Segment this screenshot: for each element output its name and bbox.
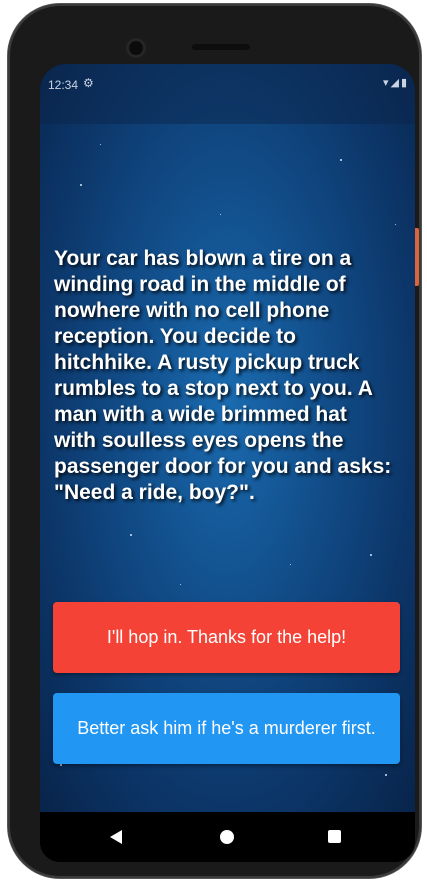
navigation-bar bbox=[40, 812, 415, 862]
status-time: 12:34 bbox=[48, 78, 79, 92]
battery-icon: ▮ bbox=[400, 77, 409, 89]
gear-icon: ⚙ bbox=[83, 76, 94, 90]
choice-ask-murderer-button[interactable]: Better ask him if he's a murderer first. bbox=[53, 693, 400, 764]
phone-frame: 12:34 ⚙ ▾◢▮ Your car has blown a tire on… bbox=[8, 4, 421, 878]
status-bar: 12:34 ⚙ ▾◢▮ bbox=[40, 64, 415, 124]
earpiece-speaker bbox=[192, 44, 250, 50]
front-camera bbox=[126, 38, 146, 58]
screen: 12:34 ⚙ ▾◢▮ Your car has blown a tire on… bbox=[40, 64, 415, 862]
back-triangle-icon[interactable] bbox=[110, 830, 122, 844]
choice-label: Better ask him if he's a murderer first. bbox=[77, 718, 376, 738]
choice-label: I'll hop in. Thanks for the help! bbox=[106, 627, 347, 647]
choice-hop-in-button[interactable]: I'll hop in. Thanks for the help! bbox=[53, 602, 400, 673]
story-background: 12:34 ⚙ ▾◢▮ Your car has blown a tire on… bbox=[40, 64, 415, 812]
home-circle-icon[interactable] bbox=[220, 830, 234, 844]
signal-icon: ◢ bbox=[390, 77, 401, 89]
status-icons: ▾◢▮ bbox=[383, 76, 409, 89]
recents-square-icon[interactable] bbox=[328, 830, 341, 843]
story-text: Your car has blown a tire on a winding r… bbox=[54, 247, 392, 504]
